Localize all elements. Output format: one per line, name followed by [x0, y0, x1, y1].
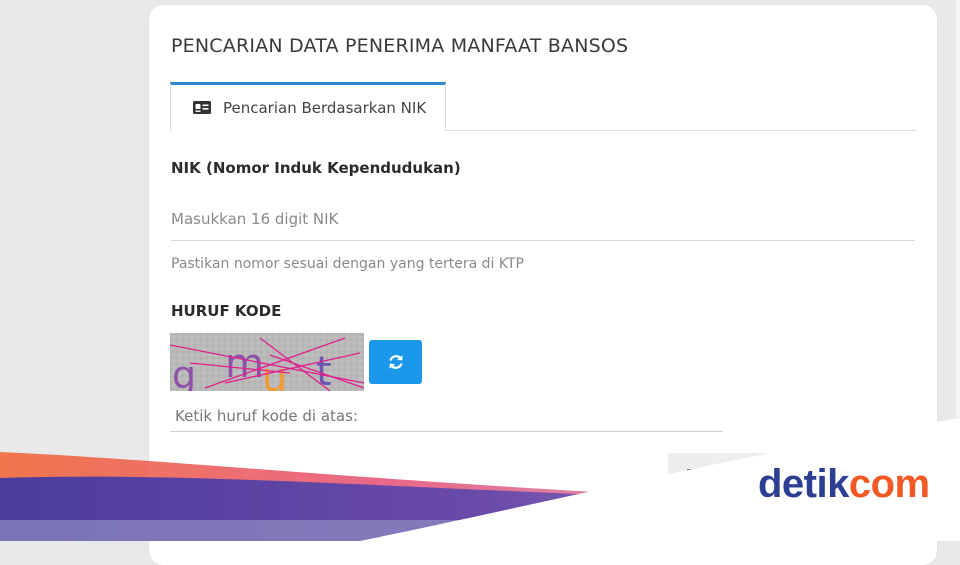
background-panel — [956, 0, 960, 541]
refresh-icon — [388, 355, 403, 369]
captcha-label: HURUF KODE — [171, 302, 282, 320]
svg-text:t: t — [316, 349, 332, 391]
nik-input[interactable] — [171, 198, 915, 241]
svg-text:g: g — [172, 353, 196, 391]
detikcom-logo: detikcom — [758, 462, 930, 506]
svg-text:m: m — [225, 341, 264, 387]
page-title: PENCARIAN DATA PENERIMA MANFAAT BANSOS — [171, 35, 629, 57]
captcha-input[interactable] — [170, 400, 723, 432]
tab-label: Pencarian Berdasarkan NIK — [223, 98, 427, 117]
nik-hint: Pastikan nomor sesuai dengan yang terter… — [171, 256, 524, 272]
captcha-image: g m u t — [170, 333, 364, 391]
tab-search-by-nik[interactable]: Pencarian Berdasarkan NIK — [170, 82, 446, 131]
id-card-icon — [193, 101, 211, 114]
nik-label: NIK (Nomor Induk Kependudukan) — [171, 159, 461, 177]
refresh-captcha-button[interactable] — [369, 340, 422, 384]
